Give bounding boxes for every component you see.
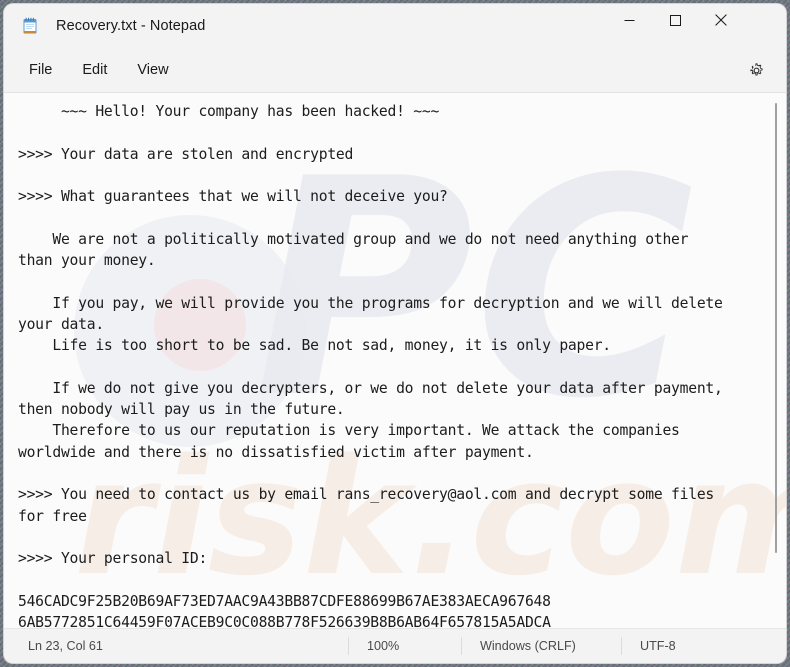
- notepad-icon: [21, 17, 39, 35]
- document-body-text[interactable]: ~~~ Hello! Your company has been hacked!…: [18, 101, 764, 628]
- gear-icon[interactable]: [740, 54, 772, 86]
- status-zoom-level[interactable]: 100%: [348, 637, 461, 655]
- status-encoding[interactable]: UTF-8: [621, 637, 741, 655]
- menu-item-view[interactable]: View: [126, 57, 179, 83]
- vertical-scrollbar-thumb[interactable]: [775, 103, 777, 553]
- status-cursor-position: Ln 23, Col 61: [28, 639, 103, 653]
- minimize-button[interactable]: [606, 4, 652, 36]
- menu-bar: File Edit View: [4, 48, 786, 93]
- menu-item-file[interactable]: File: [18, 57, 63, 83]
- menu-item-edit[interactable]: Edit: [71, 57, 118, 83]
- status-bar: Ln 23, Col 61 100% Windows (CRLF) UTF-8: [4, 628, 786, 663]
- maximize-button[interactable]: [652, 4, 698, 36]
- window-title: Recovery.txt - Notepad: [56, 18, 206, 34]
- status-line-ending[interactable]: Windows (CRLF): [461, 637, 621, 655]
- notepad-window: Recovery.txt - Notepad File Edit View PC…: [4, 4, 786, 663]
- vertical-scrollbar[interactable]: [770, 93, 782, 628]
- title-bar[interactable]: Recovery.txt - Notepad: [4, 4, 786, 48]
- close-button[interactable]: [698, 4, 744, 36]
- text-editor-area[interactable]: PC risk.com ~~~ Hello! Your company has …: [4, 93, 786, 628]
